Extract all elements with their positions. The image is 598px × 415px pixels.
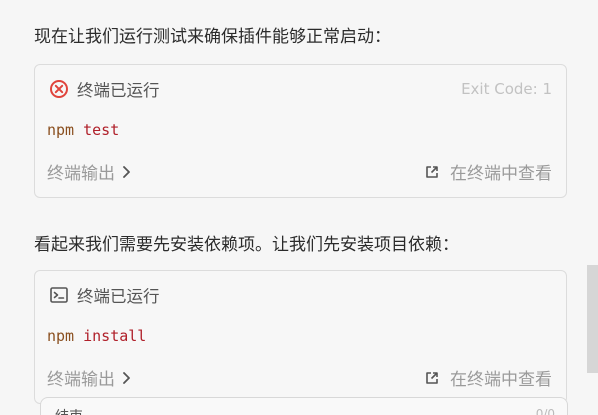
- chevron-right-icon: [121, 165, 133, 179]
- view-in-terminal-link[interactable]: 在终端中查看: [424, 365, 552, 390]
- command-argument: install: [83, 327, 147, 345]
- terminal-status-label: 终端已运行: [77, 81, 160, 100]
- terminal-command: npm test: [47, 121, 119, 139]
- view-in-terminal-link[interactable]: 在终端中查看: [424, 159, 552, 184]
- bottom-panel-bar[interactable]: 结束 0/0: [40, 397, 568, 415]
- terminal-card-test: 终端已运行 Exit Code: 1 npm test 终端输出 在终端中查看: [34, 64, 567, 198]
- error-circle-icon: [49, 79, 69, 99]
- chevron-right-icon: [121, 371, 133, 385]
- command-argument: test: [83, 121, 120, 139]
- assistant-message-2: 看起来我们需要先安装依赖项。让我们先安装项目依赖：: [34, 235, 459, 255]
- external-link-icon: [424, 370, 440, 386]
- terminal-output-label: 终端输出: [47, 164, 115, 184]
- view-in-terminal-label: 在终端中查看: [450, 164, 552, 184]
- command-name: npm: [47, 327, 75, 345]
- bottom-panel-label: 结束: [55, 406, 83, 415]
- exit-code: Exit Code: 1: [461, 80, 552, 98]
- terminal-status: 终端已运行: [49, 77, 160, 101]
- terminal-icon: [49, 285, 69, 305]
- terminal-card-install: 终端已运行 npm install 终端输出 在终端中查看: [34, 270, 567, 404]
- external-link-icon: [424, 164, 440, 180]
- assistant-message-1: 现在让我们运行测试来确保插件能够正常启动：: [34, 27, 391, 47]
- terminal-output-label: 终端输出: [47, 370, 115, 390]
- scrollbar-thumb[interactable]: [587, 265, 598, 373]
- bottom-panel-count: 0/0: [535, 407, 555, 415]
- command-name: npm: [47, 121, 75, 139]
- terminal-status: 终端已运行: [49, 283, 160, 307]
- terminal-command: npm install: [47, 327, 146, 345]
- terminal-output-toggle[interactable]: 终端输出: [47, 159, 133, 184]
- terminal-status-label: 终端已运行: [77, 287, 160, 306]
- terminal-output-toggle[interactable]: 终端输出: [47, 365, 133, 390]
- view-in-terminal-label: 在终端中查看: [450, 370, 552, 390]
